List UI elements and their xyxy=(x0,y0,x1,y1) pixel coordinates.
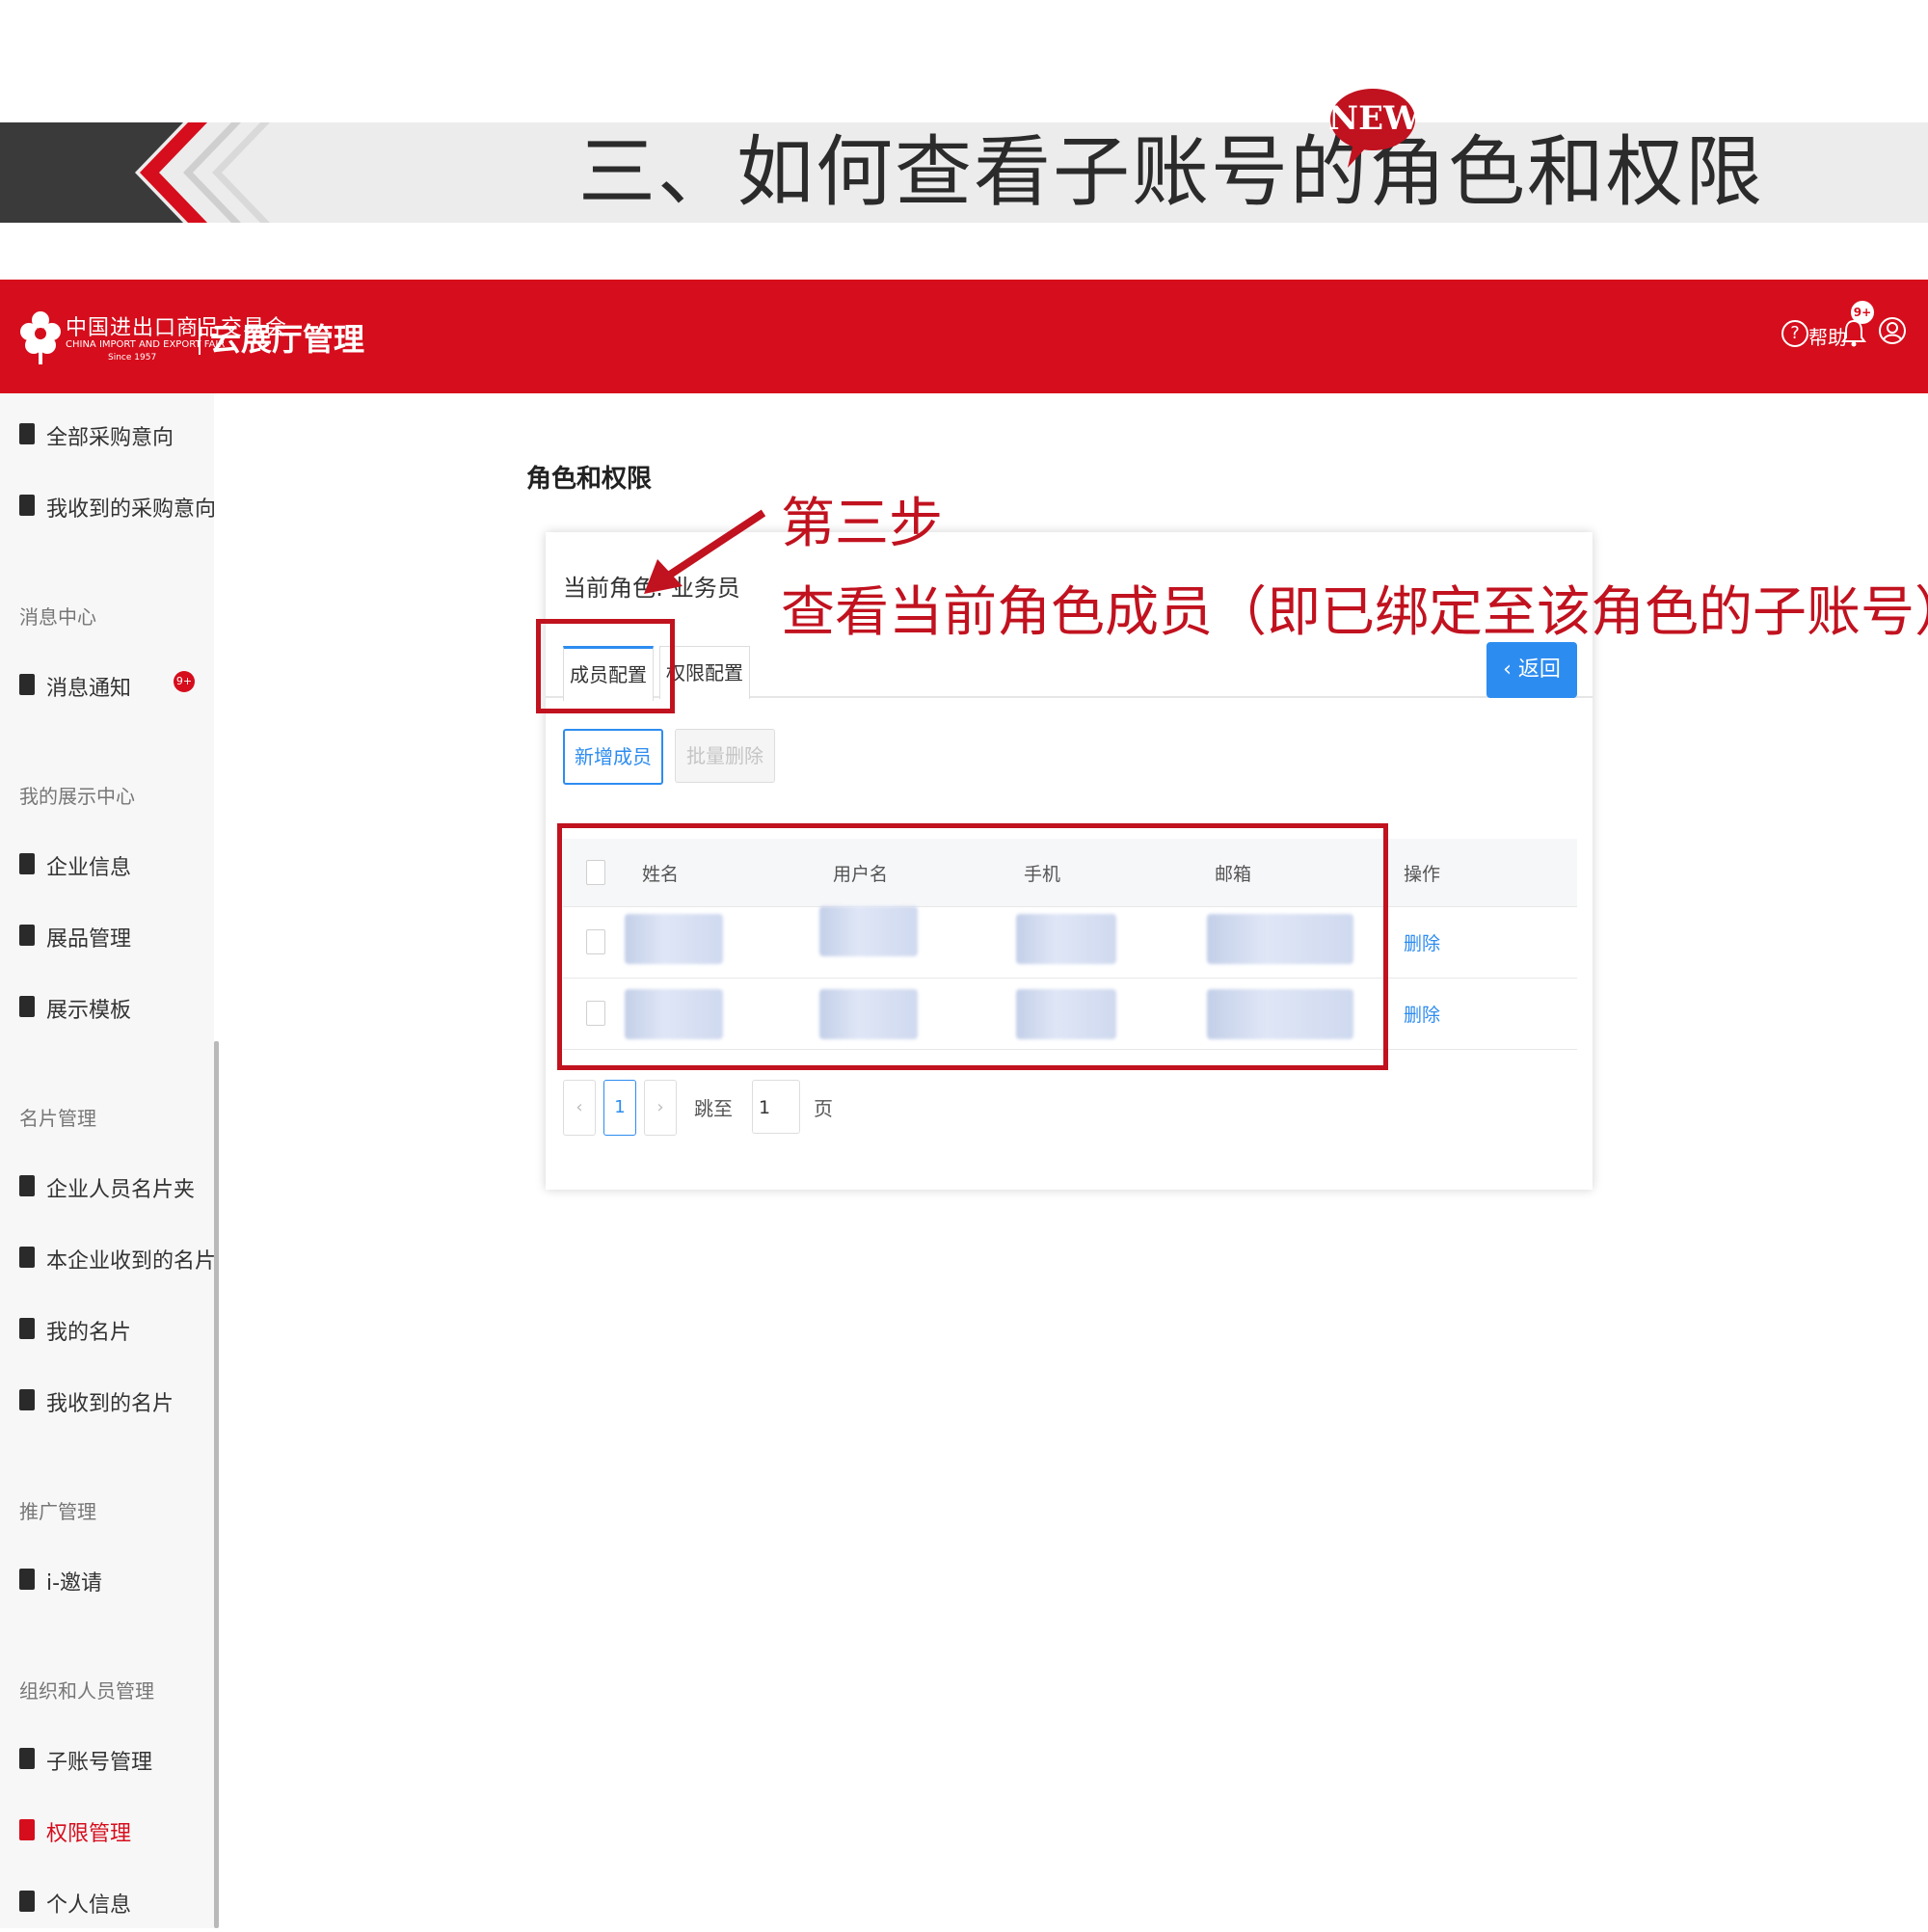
card-icon xyxy=(19,1318,35,1339)
lock-icon xyxy=(19,1819,35,1840)
sidebar-item-label: 消息通知 xyxy=(46,677,132,701)
user-avatar-icon[interactable] xyxy=(1878,316,1907,345)
sidebar-item-label: 全部采购意向 xyxy=(46,426,174,450)
document-inbox-icon xyxy=(19,495,35,516)
app-title: 云展厅管理 xyxy=(210,321,365,358)
sidebar-item-i-invite[interactable]: i-邀请 xyxy=(0,1552,214,1610)
annotation-arrow-icon xyxy=(644,509,766,594)
sidebar-item-company-received-cards[interactable]: 本企业收到的名片 xyxy=(0,1230,217,1288)
next-page-chevron-icon[interactable]: › xyxy=(644,1080,677,1136)
sidebar-item-label: 展示模板 xyxy=(46,999,132,1023)
sidebar-item-exhibits[interactable]: 展品管理 xyxy=(0,908,214,966)
sidebar-item-notifications[interactable]: 消息通知 9+ xyxy=(0,657,214,715)
delete-link[interactable]: 删除 xyxy=(1404,929,1440,955)
logo-english-text: CHINA IMPORT AND EXPORT FAIR xyxy=(66,339,226,350)
template-icon xyxy=(19,996,35,1017)
sidebar-item-company-info[interactable]: 企业信息 xyxy=(0,837,214,895)
sidebar-item-staff-cards[interactable]: 企业人员名片夹 xyxy=(0,1159,214,1217)
card-holder-icon xyxy=(19,1175,35,1196)
profile-icon xyxy=(19,1891,35,1912)
sidebar-item-label: 个人信息 xyxy=(46,1893,132,1918)
back-button[interactable]: ‹ 返回 xyxy=(1486,642,1577,698)
sidebar-item-label: 我的名片 xyxy=(46,1321,132,1345)
page-suffix-label: 页 xyxy=(814,1097,833,1120)
help-icon[interactable]: ? xyxy=(1781,320,1808,347)
new-badge-label: NEW xyxy=(1328,99,1421,138)
document-icon xyxy=(19,423,35,444)
column-header-actions: 操作 xyxy=(1404,864,1441,885)
add-member-button[interactable]: 新增成员 xyxy=(563,729,663,785)
sidebar-item-label: 子账号管理 xyxy=(46,1751,153,1775)
sidebar-item-received-purchase-intents[interactable]: 我收到的采购意向 xyxy=(0,478,217,536)
sidebar-item-my-card[interactable]: 我的名片 xyxy=(0,1301,214,1359)
sidebar-item-label: 权限管理 xyxy=(46,1822,132,1846)
jump-to-label: 跳至 xyxy=(694,1097,733,1120)
prev-page-chevron-icon[interactable]: ‹ xyxy=(563,1080,596,1136)
batch-delete-button[interactable]: 批量删除 xyxy=(675,729,775,783)
delete-link[interactable]: 删除 xyxy=(1404,1001,1440,1027)
notification-count-badge: 9+ xyxy=(1851,301,1874,324)
chevron-left-icon: ‹ xyxy=(1503,657,1518,682)
highlight-box-members xyxy=(557,823,1388,1070)
subaccount-icon xyxy=(19,1748,35,1769)
sidebar-item-label: 我收到的采购意向 xyxy=(46,497,217,522)
page-number-current[interactable]: 1 xyxy=(603,1080,636,1136)
sidebar-section-heading: 名片管理 xyxy=(19,1107,96,1130)
page-title: 角色和权限 xyxy=(526,465,653,494)
sidebar-item-label: 本企业收到的名片 xyxy=(46,1249,217,1274)
annotation-step-title: 第三步 xyxy=(781,493,943,555)
canton-fair-logo-icon xyxy=(20,311,61,364)
sidebar-item-subaccounts[interactable]: 子账号管理 xyxy=(0,1731,214,1789)
sidebar-item-label: 企业信息 xyxy=(46,856,132,880)
sidebar-item-label: 企业人员名片夹 xyxy=(46,1178,196,1202)
sidebar-item-label: i-邀请 xyxy=(46,1571,103,1596)
annotation-step-description: 查看当前角色成员（即已绑定至该角色的子账号） xyxy=(781,581,1928,644)
notification-count-badge: 9+ xyxy=(174,671,195,692)
back-button-label: 返回 xyxy=(1517,657,1561,682)
invite-icon xyxy=(19,1569,35,1590)
sidebar-item-all-purchase-intents[interactable]: 全部采购意向 xyxy=(0,407,214,465)
chevron-decoration-icon xyxy=(0,122,270,223)
sidebar-item-label: 展品管理 xyxy=(46,927,132,952)
sidebar-section-heading: 消息中心 xyxy=(19,605,96,629)
sidebar-section-heading: 我的展示中心 xyxy=(19,785,135,808)
card-inbox-icon xyxy=(19,1389,35,1410)
app-header: 中国进出口商品交易会 CHINA IMPORT AND EXPORT FAIR … xyxy=(0,280,1928,393)
sidebar-item-permissions[interactable]: 权限管理 xyxy=(0,1803,214,1861)
card-received-icon xyxy=(19,1247,35,1268)
org-icon xyxy=(19,853,35,874)
grid-icon xyxy=(19,925,35,946)
slide-title: 三、如何查看子账号的角色和权限 xyxy=(578,127,1764,217)
slide-banner: 三、如何查看子账号的角色和权限 xyxy=(0,122,1928,223)
sidebar-item-my-received-cards[interactable]: 我收到的名片 xyxy=(0,1373,214,1431)
bell-icon xyxy=(19,674,35,695)
logo-since-text: Since 1957 xyxy=(108,353,157,362)
sidebar: 全部采购意向 我收到的采购意向 消息中心 消息通知 9+ 我的展示中心 企业信息… xyxy=(0,393,217,1928)
sidebar-item-templates[interactable]: 展示模板 xyxy=(0,979,214,1037)
sidebar-scrollbar[interactable] xyxy=(214,1041,219,1928)
highlight-box-tab xyxy=(536,619,675,713)
logo-divider xyxy=(199,318,201,355)
sidebar-section-heading: 推广管理 xyxy=(19,1500,96,1523)
sidebar-item-label: 我收到的名片 xyxy=(46,1392,174,1416)
jump-to-page-input[interactable]: 1 xyxy=(752,1080,800,1134)
sidebar-section-heading: 组织和人员管理 xyxy=(19,1679,154,1703)
sidebar-item-profile[interactable]: 个人信息 xyxy=(0,1874,214,1932)
